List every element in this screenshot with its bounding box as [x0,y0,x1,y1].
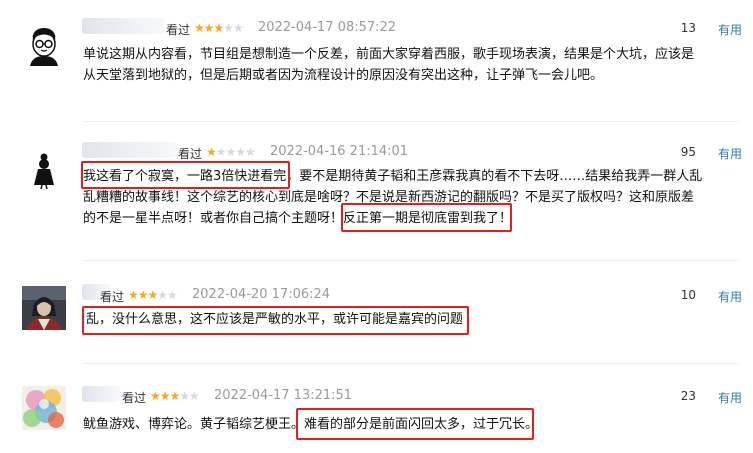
highlight-box [341,203,512,232]
highlight-box [82,306,469,335]
comment-text: 单说这期从内容看，节目组是想制造一个反差，前面大家穿着西服，歌手现场表演，结果是… [83,44,694,86]
watched-label: 看过 [122,391,147,405]
glasses-cartoon-avatar-icon[interactable] [22,22,66,66]
watched-label: 看过 [178,147,203,161]
rating-stars: ★★★★★ [150,389,200,403]
anime-character-avatar-icon[interactable] [22,286,66,330]
vote-count: 10 [680,288,696,302]
comment-line: 单说这期从内容看，节目组是想制造一个反差，前面大家穿着西服，歌手现场表演，结果是… [83,47,695,62]
rating-stars: ★★★★★ [206,145,256,159]
highlight-box [296,408,534,440]
vote-count: 23 [680,389,696,403]
silhouette-girl-avatar-icon[interactable] [22,145,66,189]
vote-count: 95 [680,145,696,159]
divider [84,260,739,261]
colorful-painting-avatar-icon[interactable] [22,386,66,430]
divider [84,121,739,122]
watched-label: 看过 [166,23,191,37]
divider [84,363,739,364]
useful-button[interactable]: 有用 [718,288,742,305]
highlight-box [81,161,290,189]
username-link[interactable] [82,386,120,402]
useful-button[interactable]: 有用 [718,389,742,406]
username-link[interactable] [82,142,176,158]
watched-label: 看过 [100,290,125,304]
comment-time: 2022-04-17 13:21:51 [214,388,353,403]
comment-time: 2022-04-16 21:14:01 [270,144,409,159]
rating-stars: ★★★★★ [194,21,244,35]
username-link[interactable] [82,18,164,34]
comment-line: 从天堂落到地狱的，但是后期或者因为流程设计的原因没有突出这种，让子弹飞一会儿吧。 [83,68,604,83]
comment-time: 2022-04-20 17:06:24 [192,287,331,302]
useful-button[interactable]: 有用 [718,145,742,162]
rating-stars: ★★★★★ [128,288,178,302]
useful-button[interactable]: 有用 [718,21,742,38]
comment-time: 2022-04-17 08:57:22 [258,20,397,35]
vote-count: 13 [680,21,696,35]
